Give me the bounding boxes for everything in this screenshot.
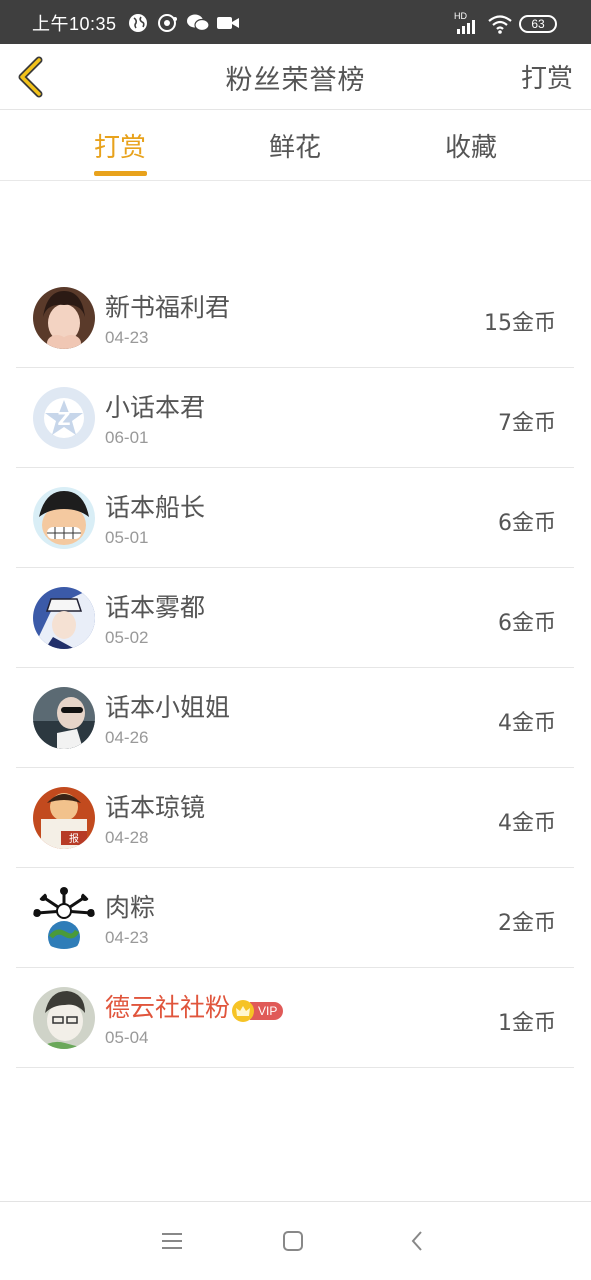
video-icon — [217, 17, 239, 29]
list-item[interactable]: 话本船长 05-01 6金币 — [16, 468, 574, 568]
vip-label: VIP — [250, 1002, 284, 1020]
avatar: 报 — [33, 787, 95, 849]
reward-date: 04-26 — [105, 728, 149, 747]
reward-amount: 6金币 — [498, 611, 556, 636]
reward-date: 05-01 — [105, 528, 149, 547]
tab-active-indicator — [94, 171, 147, 176]
list-item[interactable]: 新书福利君 04-23 15金币 — [16, 268, 574, 368]
list-item[interactable]: 报 话本琼镜 04-28 4金币 — [16, 768, 574, 868]
avatar — [33, 287, 95, 349]
status-time: 上午10:35 — [32, 14, 117, 34]
avatar — [33, 487, 95, 549]
reward-amount: 4金币 — [498, 711, 556, 736]
avatar — [33, 687, 95, 749]
avatar — [33, 587, 95, 649]
fan-name: 话本小姐姐 — [105, 693, 231, 722]
wifi-icon — [488, 15, 512, 34]
list-item[interactable]: 话本小姐姐 04-26 4金币 — [16, 668, 574, 768]
tab-reward[interactable]: 打赏 — [94, 127, 146, 164]
reward-amount: 1金币 — [498, 1011, 556, 1036]
tab-bar: 打赏 鲜花 收藏 — [0, 111, 591, 181]
app-header: 粉丝荣誉榜 打赏 — [0, 44, 591, 110]
reward-button[interactable]: 打赏 — [521, 58, 573, 95]
fan-name: 话本雾都 — [105, 593, 206, 622]
crown-icon — [232, 1000, 255, 1022]
svg-text:Z: Z — [57, 409, 70, 430]
fan-name: 德云社社粉 VIP — [105, 988, 284, 1024]
avatar — [33, 987, 95, 1049]
home-icon[interactable] — [278, 1226, 308, 1256]
battery-icon: 63 — [519, 15, 557, 33]
tab-flowers[interactable]: 鲜花 — [269, 127, 321, 164]
fan-name-text: 德云社社粉 — [105, 993, 231, 1022]
list-item[interactable]: 肉粽 04-23 2金币 — [16, 868, 574, 968]
reward-date: 04-23 — [105, 928, 149, 947]
wechat-icon — [187, 14, 210, 32]
status-bar: 上午10:35 HD 63 — [0, 0, 591, 44]
reward-amount: 4金币 — [498, 811, 556, 836]
reward-amount: 2金币 — [498, 911, 556, 936]
menu-icon[interactable] — [157, 1226, 187, 1256]
system-nav-bar — [0, 1201, 591, 1280]
list-item[interactable]: 德云社社粉 VIP 05-04 1金币 — [16, 968, 574, 1068]
list-item[interactable]: 话本雾都 05-02 6金币 — [16, 568, 574, 668]
back-icon[interactable] — [402, 1226, 432, 1256]
svg-text:报: 报 — [69, 832, 79, 845]
fan-name: 话本船长 — [105, 493, 206, 522]
fan-name: 小话本君 — [105, 393, 206, 422]
reward-date: 04-28 — [105, 828, 149, 847]
fan-name: 话本琼镜 — [105, 793, 206, 822]
fan-name: 肉粽 — [105, 893, 156, 922]
reward-date: 04-23 — [105, 328, 149, 347]
vip-badge: VIP — [232, 995, 284, 1022]
avatar — [33, 887, 95, 949]
music-icon — [158, 14, 177, 32]
signal-icon — [457, 20, 475, 34]
reward-amount: 15金币 — [484, 311, 556, 336]
globe-icon — [129, 14, 147, 32]
reward-amount: 7金币 — [498, 411, 556, 436]
list-item[interactable]: Z 小话本君 06-01 7金币 — [16, 368, 574, 468]
avatar: Z — [33, 387, 95, 449]
reward-date: 05-02 — [105, 628, 149, 647]
page-title: 粉丝荣誉榜 — [225, 65, 366, 96]
fan-name: 新书福利君 — [105, 293, 231, 322]
reward-amount: 6金币 — [498, 511, 556, 536]
reward-date: 05-04 — [105, 1028, 149, 1047]
reward-date: 06-01 — [105, 428, 149, 447]
tab-favorites[interactable]: 收藏 — [445, 127, 497, 164]
fan-list: 新书福利君 04-23 15金币 Z 小话本君 06-01 7金币 话本船长 0… — [16, 268, 574, 1068]
